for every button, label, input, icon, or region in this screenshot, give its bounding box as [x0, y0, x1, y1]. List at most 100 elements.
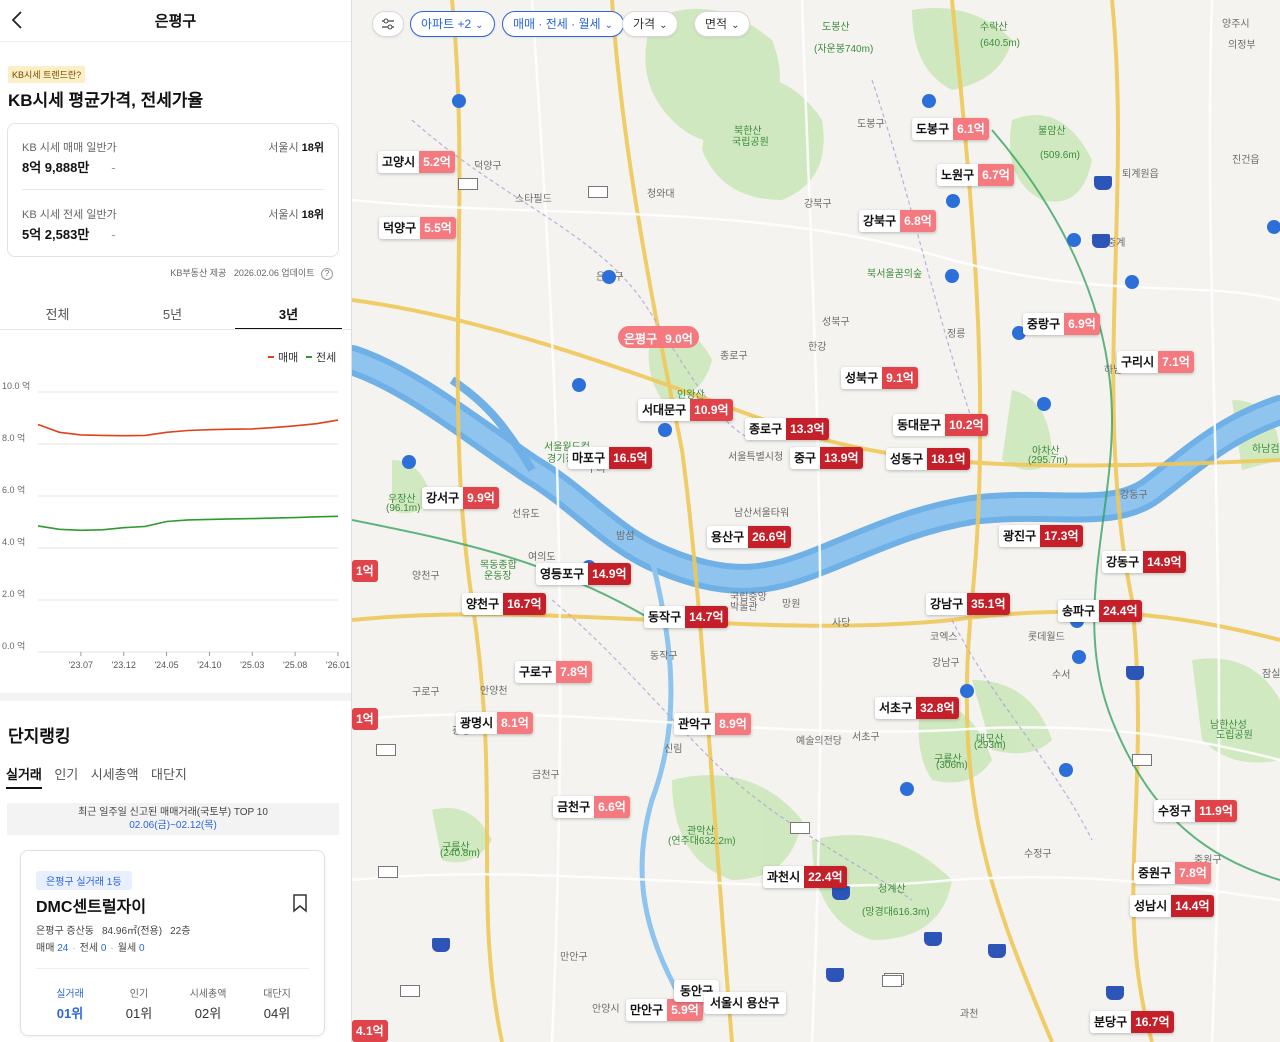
ranking-tab-popular[interactable]: 인기: [54, 764, 78, 787]
notice-dates: 02.06(금)~02.12(목): [129, 820, 217, 831]
district-marker[interactable]: 동작구 14.7억: [644, 606, 728, 628]
district-marker[interactable]: 구로구 7.8억: [515, 661, 592, 683]
sale-price-value: 8억 9,888만 -: [22, 157, 116, 176]
stat-value: 04위: [263, 1006, 291, 1021]
district-marker[interactable]: 서대문구 10.9억: [638, 399, 733, 421]
district-name: 성남시: [1130, 895, 1172, 917]
district-marker[interactable]: 과천시 22.4억: [763, 866, 847, 888]
chart-y-tick-label: 2.0 억: [2, 588, 25, 599]
chart-y-tick-label: 6.0 억: [2, 484, 25, 495]
deal-label: 매매: [36, 943, 55, 954]
district-marker[interactable]: 서초구 32.8억: [875, 697, 959, 719]
district-marker[interactable]: 용산구 26.6억: [707, 526, 791, 548]
district-name: 강동구: [1102, 551, 1144, 573]
district-name: 도봉구: [912, 118, 954, 140]
chart-x-tick-label: '23.12: [112, 660, 136, 670]
district-name: 강남구: [926, 593, 968, 615]
district-marker[interactable]: 송파구 24.4억: [1058, 600, 1142, 622]
filter-trade-type[interactable]: 매매 · 전세 · 월세 ⌄: [502, 11, 624, 37]
district-marker[interactable]: 동대문구 10.2억: [893, 414, 988, 436]
district-marker[interactable]: 서울시 용산구: [704, 992, 786, 1014]
tab-5y[interactable]: 5년: [115, 300, 230, 330]
district-name: 성북구: [841, 367, 883, 389]
ranking-tabs: 실거래 인기 시세총액 대단지: [6, 764, 195, 789]
district-marker[interactable]: 마포구 16.5억: [568, 447, 652, 469]
district-marker[interactable]: 도봉구 6.1억: [912, 118, 989, 140]
district-avg-price: 16.7억: [1131, 1011, 1174, 1033]
district-marker[interactable]: 광명시 8.1억: [456, 712, 533, 734]
district-avg-price: 7.8억: [1175, 862, 1211, 884]
district-marker[interactable]: 노원구 6.7억: [937, 164, 1014, 186]
district-marker[interactable]: 강동구 14.9억: [1102, 551, 1186, 573]
district-marker[interactable]: 강남구 35.1억: [926, 593, 1010, 615]
district-avg-price: 14.4억: [1171, 895, 1214, 917]
complex-card[interactable]: 은평구 실거래 1등 DMC센트럴자이 은평구 증산동 84.96㎡(전용) 22층…: [20, 850, 325, 1036]
district-marker[interactable]: 중원구 7.8억: [1134, 862, 1211, 884]
stat-label: 인기: [129, 989, 149, 1000]
filter-sliders-icon: [382, 18, 394, 30]
district-avg-price: 24.4억: [1099, 600, 1142, 622]
tab-all[interactable]: 전체: [0, 300, 115, 330]
map-view[interactable]: 아파트 +2 ⌄ 매매 · 전세 · 월세 ⌄ 가격 ⌄ 면적 ⌄ 도봉산 (자운봉740…: [352, 0, 1280, 1042]
district-name: 구리시: [1117, 351, 1159, 373]
district-avg-price: 6.8억: [900, 210, 936, 232]
district-name: 종로구: [745, 418, 787, 440]
district-marker[interactable]: 중랑구 6.9억: [1023, 313, 1100, 335]
district-marker[interactable]: 양천구 16.7억: [462, 593, 546, 615]
district-avg-price: 5.2억: [419, 151, 455, 173]
jeonse-rank-value: 18위: [301, 209, 324, 221]
district-avg-price: 16.5억: [609, 447, 652, 469]
district-marker[interactable]: 광진구 17.3억: [999, 525, 1083, 547]
district-marker[interactable]: 중구 13.9억: [790, 447, 863, 469]
jeonse-price-rank: 서울시 18위: [268, 206, 324, 222]
data-provider: KB부동산 제공 2026.02.06 업데이트 ?: [170, 266, 333, 280]
card-divider: [36, 968, 309, 969]
district-marker[interactable]: 성동구 18.1억: [886, 448, 970, 470]
complex-area: 84.96㎡(전용): [101, 926, 163, 937]
jeonse-count: 0: [100, 943, 107, 954]
district-marker[interactable]: 고양시 5.2억: [378, 151, 455, 173]
tab-3y[interactable]: 3년: [235, 300, 342, 330]
district-avg-price: 13.3억: [786, 418, 829, 440]
district-marker[interactable]: 성남시 14.4억: [1130, 895, 1214, 917]
ranking-tab-large[interactable]: 대단지: [151, 764, 187, 787]
district-avg-price: 14.7억: [685, 606, 728, 628]
district-marker[interactable]: 수정구 11.9억: [1154, 800, 1237, 822]
edge-price-marker[interactable]: 1억: [352, 560, 378, 582]
chevron-down-icon: ⌄: [659, 20, 668, 31]
filter-settings-button[interactable]: [372, 11, 404, 37]
sale-price-change: -: [111, 160, 116, 175]
kb-trend-badge[interactable]: KB시세 트렌드란?: [8, 66, 86, 83]
district-avg-price: 6.7억: [978, 164, 1014, 186]
district-avg-price: 11.9억: [1195, 800, 1237, 822]
bookmark-icon[interactable]: [291, 893, 309, 913]
district-avg-price: 8.9억: [715, 713, 751, 735]
district-marker[interactable]: 강서구 9.9억: [422, 487, 499, 509]
district-marker[interactable]: 만안구 5.9억: [626, 999, 703, 1021]
district-marker[interactable]: 성북구 9.1억: [841, 367, 918, 389]
district-marker[interactable]: 덕양구 5.5억: [379, 217, 456, 239]
stat-label: 실거래: [56, 989, 84, 1000]
district-marker[interactable]: 은평구 9.0억: [618, 326, 699, 348]
district-marker[interactable]: 분당구 16.7억: [1090, 1011, 1174, 1033]
district-marker[interactable]: 강북구 6.8억: [859, 210, 936, 232]
filter-price[interactable]: 가격 ⌄: [622, 11, 679, 37]
district-name: 서대문구: [638, 399, 691, 421]
ranking-tab-market-cap[interactable]: 시세총액: [91, 764, 139, 787]
edge-price-marker[interactable]: 1억: [352, 708, 378, 730]
district-marker[interactable]: 종로구 13.3억: [745, 418, 829, 440]
district-name: 용산구: [707, 526, 749, 548]
ranking-tab-deals[interactable]: 실거래: [6, 764, 42, 789]
district-marker[interactable]: 금천구 6.6억: [553, 796, 630, 818]
district-marker[interactable]: 관악구 8.9억: [674, 713, 751, 735]
edge-price-marker[interactable]: 4.1억: [352, 1020, 388, 1042]
help-icon[interactable]: ?: [321, 268, 333, 280]
sale-price-label: KB 시세 매매 일반가: [22, 142, 117, 154]
filter-property-type[interactable]: 아파트 +2 ⌄: [410, 11, 495, 37]
district-marker[interactable]: 영등포구 14.9억: [536, 563, 631, 585]
chart-series-line-jeonse: [37, 515, 339, 532]
jeonse-price-change: -: [111, 227, 116, 242]
ranking-title: 단지랭킹: [8, 727, 71, 746]
filter-area[interactable]: 면적 ⌄: [694, 11, 751, 37]
district-marker[interactable]: 구리시 7.1억: [1117, 351, 1194, 373]
